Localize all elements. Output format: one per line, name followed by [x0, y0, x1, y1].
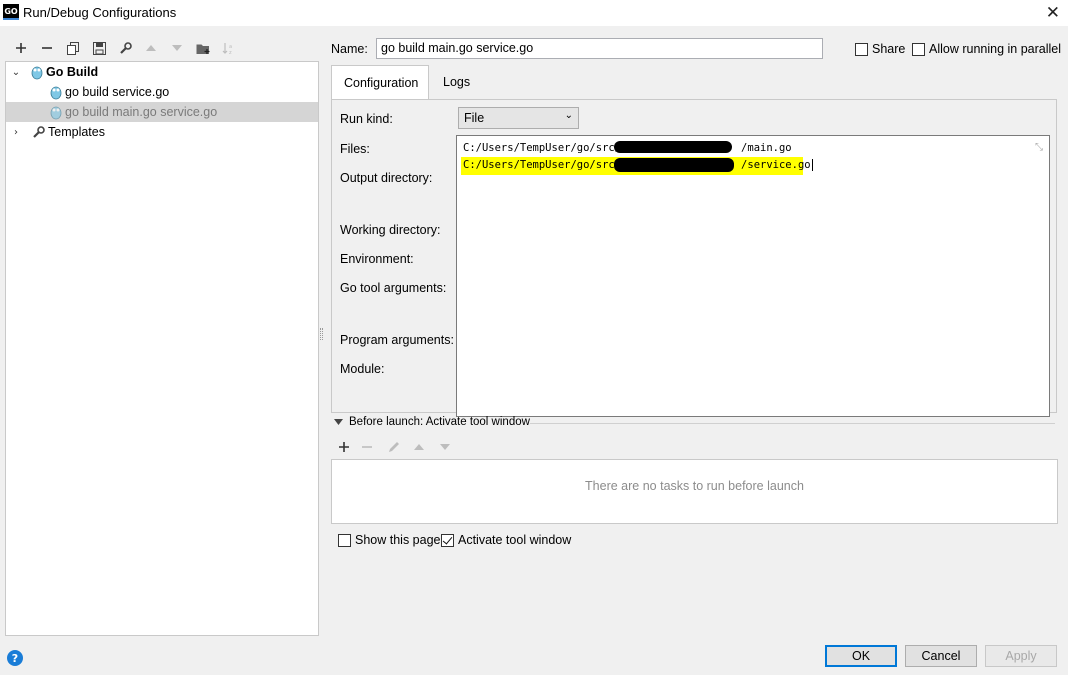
run-kind-label: Run kind: [340, 112, 393, 126]
title-bar: GO Run/Debug Configurations ✕ [0, 0, 1068, 26]
chevron-right-icon[interactable]: › [10, 127, 22, 138]
tree-item-go-build[interactable]: ⌄ Go Build [6, 62, 318, 82]
configuration-tree: ⌄ Go Build go build service.go go build … [5, 61, 319, 636]
remove-icon[interactable] [34, 38, 60, 58]
tree-item-service[interactable]: go build service.go [6, 82, 318, 102]
tree-item-label: Go Build [46, 65, 99, 79]
file-path-prefix: C:/Users/TempUser/go/src/ [463, 142, 622, 154]
tree-item-label: go build service.go [65, 85, 170, 99]
cancel-button[interactable]: Cancel [905, 645, 977, 667]
separator [530, 423, 1055, 424]
move-up-icon[interactable] [406, 437, 432, 457]
move-down-icon[interactable] [432, 437, 458, 457]
share-checkbox[interactable]: Share [855, 42, 905, 56]
allow-parallel-label: Allow running in parallel [929, 42, 1062, 56]
show-this-page-checkbox[interactable]: Show this page [338, 533, 440, 547]
wrench-icon [33, 125, 45, 138]
collapse-icon[interactable]: ⤡ [1035, 142, 1043, 153]
ok-button[interactable]: OK [825, 645, 897, 667]
help-icon[interactable]: ? [7, 650, 23, 666]
add-task-icon[interactable] [334, 437, 354, 457]
tree-item-main-service[interactable]: go build main.go service.go [6, 102, 318, 122]
before-launch-section[interactable]: Before launch: Activate tool window [334, 416, 530, 428]
working-directory-label: Working directory: [340, 223, 441, 237]
checkbox-box[interactable] [338, 533, 351, 547]
module-label: Module: [340, 362, 385, 376]
output-directory-label: Output directory: [340, 171, 433, 185]
tree-item-label: Templates [48, 125, 105, 139]
checkbox-box[interactable] [912, 42, 925, 56]
file-path-prefix: C:/Users/TempUser/go/src/ [463, 159, 622, 171]
window-title: Run/Debug Configurations [23, 5, 177, 20]
move-up-icon[interactable] [138, 38, 164, 58]
splitter-handle[interactable] [320, 328, 323, 340]
files-editor[interactable]: C:/Users/TempUser/go/src/ /main.go C:/Use… [456, 135, 1050, 417]
show-this-page-label: Show this page [355, 533, 441, 547]
gopher-icon [50, 86, 62, 99]
tree-item-templates[interactable]: › Templates [6, 122, 318, 142]
tab-configuration[interactable]: Configuration [331, 65, 429, 99]
tree-item-label: go build main.go service.go [65, 105, 218, 119]
file-path-suffix: /service.go [741, 159, 811, 171]
run-kind-select[interactable]: File ⌄ [458, 107, 579, 129]
share-label: Share [872, 42, 906, 56]
checkbox-box[interactable] [441, 533, 454, 547]
checkbox-box[interactable] [855, 42, 868, 56]
svg-text:z: z [229, 50, 232, 55]
edit-task-icon[interactable] [380, 437, 406, 457]
collapse-triangle-icon[interactable] [334, 418, 343, 426]
activate-tool-window-checkbox[interactable]: Activate tool window [441, 533, 571, 547]
gopher-icon [50, 106, 62, 119]
chevron-down-icon: ⌄ [564, 110, 573, 121]
tab-logs[interactable]: Logs [431, 65, 482, 99]
move-down-icon[interactable] [164, 38, 190, 58]
empty-tasks-text: There are no tasks to run before launch [585, 479, 804, 493]
apply-button[interactable]: Apply [985, 645, 1057, 667]
copy-icon[interactable] [60, 38, 86, 58]
name-label: Name: [331, 42, 368, 56]
redaction-mark [614, 158, 734, 172]
goland-app-icon: GO [3, 4, 19, 20]
go-tool-arguments-label: Go tool arguments: [340, 281, 447, 295]
remove-task-icon[interactable] [354, 437, 380, 457]
environment-label: Environment: [340, 252, 414, 266]
activate-tool-window-label: Activate tool window [458, 533, 572, 547]
run-kind-value: File [464, 111, 485, 125]
config-toolbar: az [8, 38, 242, 58]
add-icon[interactable] [8, 38, 34, 58]
program-arguments-label: Program arguments: [340, 333, 454, 347]
name-input[interactable]: go build main.go service.go [376, 38, 823, 59]
redaction-mark [614, 141, 732, 153]
save-icon[interactable] [86, 38, 112, 58]
allow-parallel-checkbox[interactable]: Allow running in parallel [912, 42, 1061, 56]
close-icon[interactable]: ✕ [1046, 3, 1060, 23]
gopher-icon [31, 66, 43, 79]
file-path-suffix: /main.go [741, 142, 792, 154]
files-label: Files: [340, 142, 370, 156]
sort-icon[interactable]: az [216, 38, 242, 58]
before-launch-task-list[interactable]: There are no tasks to run before launch [331, 459, 1058, 524]
wrench-icon[interactable] [112, 38, 138, 58]
task-toolbar [334, 437, 458, 457]
chevron-down-icon[interactable]: ⌄ [10, 67, 22, 78]
before-launch-header: Before launch: Activate tool window [349, 416, 530, 428]
folder-add-icon[interactable] [190, 38, 216, 58]
